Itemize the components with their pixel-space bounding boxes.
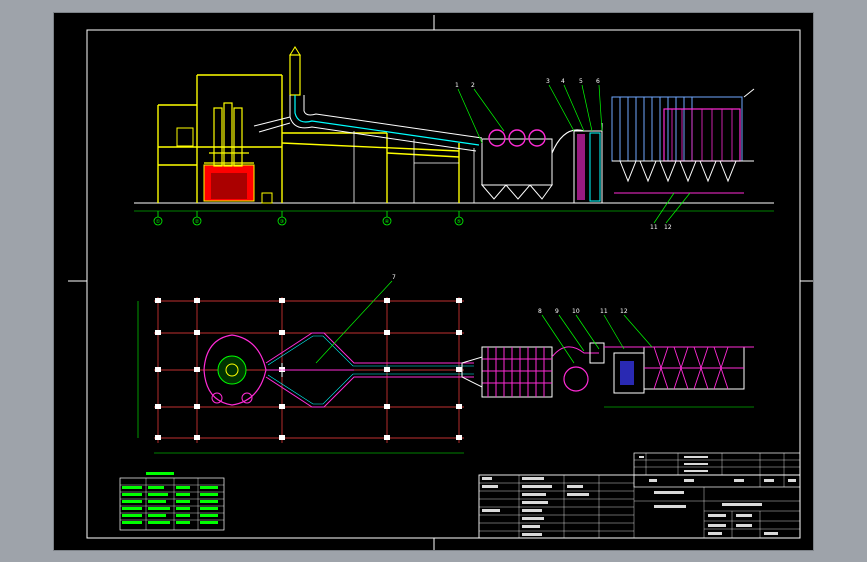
callout-e12: 12 bbox=[664, 224, 672, 231]
bag-filter bbox=[480, 129, 553, 200]
bag-filter-plan bbox=[461, 346, 553, 398]
callout-p11: 11 bbox=[600, 308, 608, 315]
dust-collector-house bbox=[611, 88, 755, 194]
callout-p10: 10 bbox=[572, 308, 580, 315]
inner-border-frame bbox=[86, 29, 801, 539]
callout-p12: 12 bbox=[620, 308, 628, 315]
callout-e4: 4 bbox=[561, 78, 565, 85]
electrodes bbox=[204, 102, 254, 167]
callout-p9: 9 bbox=[555, 308, 559, 315]
title-block bbox=[478, 452, 801, 539]
callout-e3: 3 bbox=[546, 78, 550, 85]
axis-label-2: ② bbox=[195, 219, 200, 225]
border-ticks bbox=[68, 15, 813, 550]
elevation-view: 1 2 3 4 5 6 11 12 ① ② ③ ④ ⑤ bbox=[134, 46, 774, 231]
callout-e1: 1 bbox=[455, 82, 459, 89]
callout-e6: 6 bbox=[596, 78, 600, 85]
axis-label-1: ① bbox=[156, 219, 161, 225]
plan-column-markers bbox=[155, 298, 462, 440]
plan-callouts bbox=[315, 280, 653, 364]
axis-bubbles bbox=[153, 211, 464, 226]
callout-e2: 2 bbox=[471, 82, 475, 89]
axis-label-3: ③ bbox=[280, 219, 284, 225]
callout-e11: 11 bbox=[650, 224, 658, 231]
drawing-sheet: 1 2 3 4 5 6 11 12 ① ② ③ ④ ⑤ 7 8 9 10 11 … bbox=[54, 13, 813, 550]
callout-e5: 5 bbox=[579, 78, 583, 85]
fan-unit bbox=[573, 123, 603, 204]
callout-p8: 8 bbox=[538, 308, 542, 315]
stack bbox=[289, 54, 301, 96]
callout-p7: 7 bbox=[392, 274, 396, 281]
plan-view: 7 8 9 10 11 12 bbox=[137, 274, 754, 454]
axis-label-5: ⑤ bbox=[457, 219, 461, 225]
cad-drawing-canvas: 1 2 3 4 5 6 11 12 ① ② ③ ④ ⑤ 7 8 9 10 11 … bbox=[68, 15, 813, 550]
equipment-legend-table bbox=[119, 472, 225, 531]
axis-label-4: ④ bbox=[385, 219, 390, 225]
